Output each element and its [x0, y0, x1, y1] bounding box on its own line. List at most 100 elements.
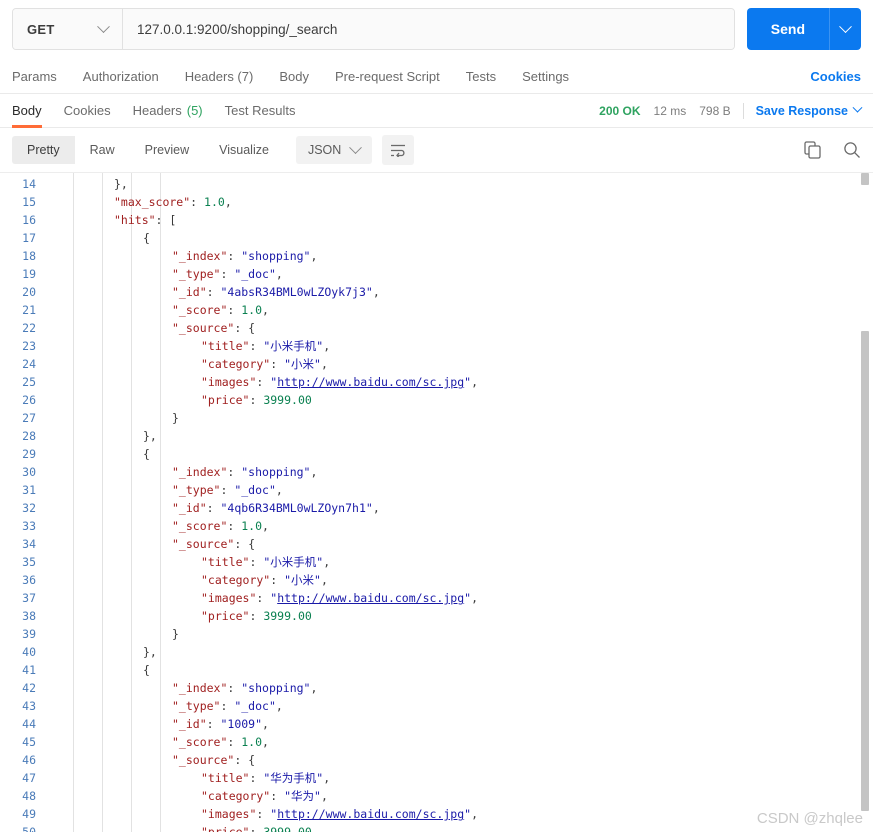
response-time: 12 ms	[654, 104, 687, 118]
format-raw-button[interactable]: Raw	[75, 136, 130, 164]
copy-button[interactable]	[804, 141, 821, 159]
code-token: "price"	[201, 609, 249, 623]
code-token: }	[172, 411, 179, 425]
http-method-select[interactable]: GET	[13, 9, 123, 49]
tab-body[interactable]: Body	[279, 69, 309, 84]
response-tab-headers[interactable]: Headers (5)	[133, 94, 203, 128]
line-number: 33	[0, 517, 46, 535]
code-token: ,	[471, 807, 478, 821]
code-line: 32"_id": "4qb6R34BML0wLZOyn7h1",	[0, 499, 873, 517]
format-visualize-button[interactable]: Visualize	[204, 136, 284, 164]
code-line: 34"_source": {	[0, 535, 873, 553]
code-line-content: "title": "华为手机",	[46, 769, 873, 787]
code-token: :	[227, 465, 241, 479]
code-line: 21"_score": 1.0,	[0, 301, 873, 319]
code-token: "price"	[201, 393, 249, 407]
code-line-content: "images": "http://www.baidu.com/sc.jpg",	[46, 589, 873, 607]
code-token: :	[249, 393, 263, 407]
code-line: 42"_index": "shopping",	[0, 679, 873, 697]
tab-authorization[interactable]: Authorization	[83, 69, 159, 84]
code-token: "shopping"	[241, 681, 310, 695]
code-token: : [	[156, 213, 177, 227]
url-link[interactable]: http://www.baidu.com/sc.jpg	[277, 591, 464, 605]
format-pretty-button[interactable]: Pretty	[12, 136, 75, 164]
code-token: "_type"	[172, 699, 220, 713]
code-line: 17{	[0, 229, 873, 247]
code-token: "_source"	[172, 753, 234, 767]
url-link[interactable]: http://www.baidu.com/sc.jpg	[277, 807, 464, 821]
code-token: },	[143, 429, 157, 443]
code-token: ,	[276, 267, 283, 281]
send-options-button[interactable]	[829, 8, 861, 50]
line-number: 37	[0, 589, 46, 607]
word-wrap-button[interactable]	[382, 135, 414, 165]
code-token: "title"	[201, 555, 249, 569]
code-token: },	[114, 177, 128, 191]
code-line: 45"_score": 1.0,	[0, 733, 873, 751]
code-token: : {	[234, 753, 255, 767]
tab-headers[interactable]: Headers (7)	[185, 69, 254, 84]
code-token: ,	[373, 501, 380, 515]
line-number: 28	[0, 427, 46, 445]
response-tab-cookies[interactable]: Cookies	[64, 94, 111, 128]
code-line-content: "price": 3999.00	[46, 607, 873, 625]
url-value: 127.0.0.1:9200/shopping/_search	[137, 22, 337, 37]
scrollbar-thumb[interactable]	[861, 331, 869, 811]
line-number: 39	[0, 625, 46, 643]
code-line-content: "_source": {	[46, 535, 873, 553]
line-number: 36	[0, 571, 46, 589]
send-button[interactable]: Send	[747, 8, 829, 50]
url-link[interactable]: http://www.baidu.com/sc.jpg	[277, 375, 464, 389]
code-line: 39}	[0, 625, 873, 643]
tab-settings[interactable]: Settings	[522, 69, 569, 84]
code-token: :	[207, 717, 221, 731]
body-toolbar-actions	[804, 141, 861, 159]
code-line-content: "_id": "4absR34BML0wLZOyk7j3",	[46, 283, 873, 301]
copy-icon	[804, 141, 821, 159]
cookies-link[interactable]: Cookies	[810, 69, 861, 84]
line-number: 42	[0, 679, 46, 697]
tab-params[interactable]: Params	[12, 69, 57, 84]
code-token: "title"	[201, 771, 249, 785]
code-token: "4absR34BML0wLZOyk7j3"	[220, 285, 372, 299]
code-line-content: "_score": 1.0,	[46, 517, 873, 535]
code-token: 1.0	[204, 195, 225, 209]
code-token: 1.0	[241, 735, 262, 749]
code-line: 41{	[0, 661, 873, 679]
code-token: }	[172, 627, 179, 641]
code-token: "_source"	[172, 321, 234, 335]
line-number: 22	[0, 319, 46, 337]
code-line-content: "_id": "4qb6R34BML0wLZOyn7h1",	[46, 499, 873, 517]
code-line-content: "_score": 1.0,	[46, 733, 873, 751]
code-line-content: "max_score": 1.0,	[46, 193, 873, 211]
code-token: "images"	[201, 807, 256, 821]
line-number: 29	[0, 445, 46, 463]
code-token: :	[227, 519, 241, 533]
scrollbar-thumb-top[interactable]	[861, 173, 869, 185]
code-line-content: "images": "http://www.baidu.com/sc.jpg",	[46, 805, 873, 823]
code-line-content: "category": "小米",	[46, 571, 873, 589]
code-token: "小米"	[284, 357, 321, 371]
code-token: :	[249, 555, 263, 569]
response-body-viewer[interactable]: 14},15"max_score": 1.0,16"hits": [17{18"…	[0, 172, 873, 832]
save-response-button[interactable]: Save Response	[756, 104, 861, 118]
tab-tests[interactable]: Tests	[466, 69, 496, 84]
code-token: :	[220, 267, 234, 281]
code-line: 29{	[0, 445, 873, 463]
format-preview-button[interactable]: Preview	[130, 136, 204, 164]
code-line: 33"_score": 1.0,	[0, 517, 873, 535]
code-token: ,	[321, 573, 328, 587]
code-token: "_source"	[172, 537, 234, 551]
tab-pre-request-script[interactable]: Pre-request Script	[335, 69, 440, 84]
code-token: "_index"	[172, 681, 227, 695]
code-line-content: "category": "小米",	[46, 355, 873, 373]
response-tab-body[interactable]: Body	[12, 94, 42, 128]
response-tab-test-results[interactable]: Test Results	[225, 94, 296, 128]
url-input[interactable]: 127.0.0.1:9200/shopping/_search	[123, 9, 734, 49]
code-token: ,	[276, 699, 283, 713]
line-number: 31	[0, 481, 46, 499]
code-line: 49"images": "http://www.baidu.com/sc.jpg…	[0, 805, 873, 823]
language-select[interactable]: JSON	[296, 136, 372, 164]
search-button[interactable]	[843, 141, 861, 159]
line-number: 38	[0, 607, 46, 625]
